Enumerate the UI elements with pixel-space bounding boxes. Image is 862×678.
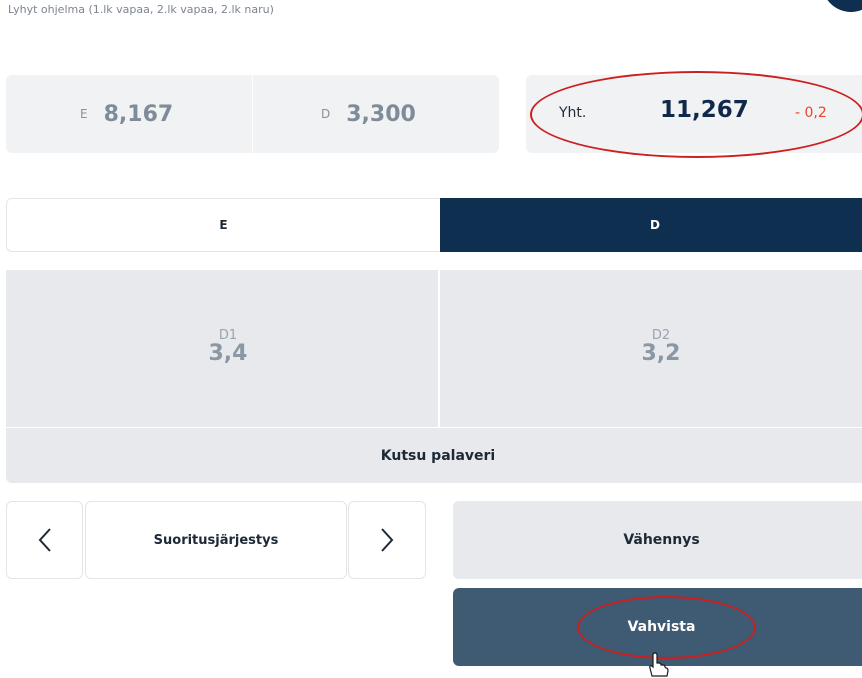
d1-value: 3,4	[208, 341, 248, 366]
e-score-label: E	[80, 107, 88, 121]
tab-e[interactable]: E	[6, 198, 440, 252]
score-summary-card: E 8,167 D 3,300	[6, 75, 499, 153]
avatar[interactable]	[822, 0, 862, 12]
d-panel-divider	[438, 270, 440, 427]
d2-cell[interactable]: D2 3,2	[611, 328, 711, 366]
previous-button[interactable]	[6, 501, 83, 579]
program-subtitle: Lyhyt ohjelma (1.lk vapaa, 2.lk vapaa, 2…	[8, 3, 274, 16]
e-score: E 8,167	[80, 75, 173, 153]
d-scores-panel: D1 3,4 D2 3,2	[6, 270, 862, 427]
d-score: D 3,300	[321, 75, 416, 153]
score-divider	[252, 75, 253, 153]
d-score-value: 3,300	[346, 101, 416, 127]
tab-d[interactable]: D	[440, 198, 862, 252]
deduction-button[interactable]: Vähennys	[453, 501, 862, 579]
next-button[interactable]	[348, 501, 426, 579]
d2-value: 3,2	[641, 341, 681, 366]
e-score-value: 8,167	[103, 101, 174, 127]
performance-order-button[interactable]: Suoritusjärjestys	[85, 501, 347, 579]
d1-cell[interactable]: D1 3,4	[178, 328, 278, 366]
d-score-label: D	[321, 107, 331, 121]
chevron-left-icon	[38, 528, 51, 552]
annotation-ellipse-confirm	[577, 596, 756, 659]
hand-pointer-icon	[649, 652, 669, 677]
call-meeting-button[interactable]: Kutsu palaveri	[6, 428, 862, 483]
annotation-ellipse-total	[530, 71, 862, 158]
chevron-right-icon	[381, 528, 394, 552]
